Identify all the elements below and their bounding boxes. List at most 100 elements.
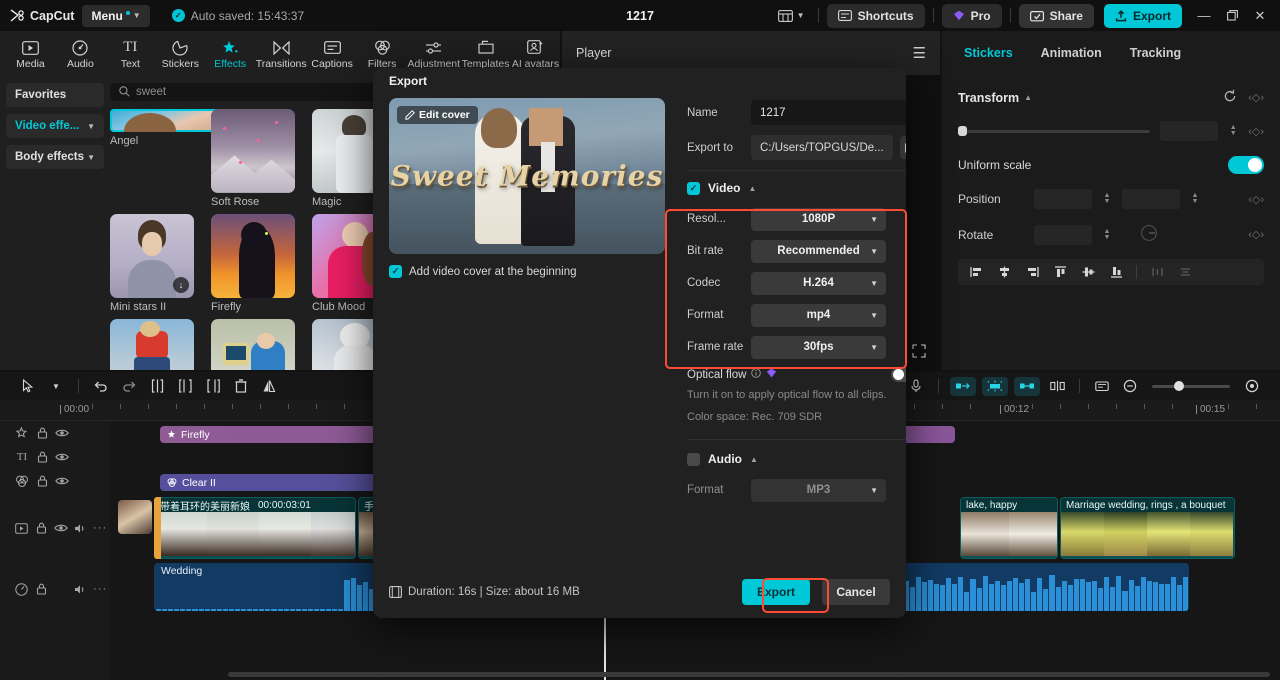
split-icon[interactable] <box>143 375 171 397</box>
more-icon[interactable]: ··· <box>90 583 110 595</box>
crop-preview-icon[interactable] <box>1088 375 1116 397</box>
tool-tab-audio[interactable]: Audio <box>56 36 105 70</box>
share-button[interactable]: Share <box>1018 3 1094 28</box>
zoom-out-icon[interactable] <box>1116 375 1144 397</box>
tool-tab-ai-avatars[interactable]: AI avatars <box>511 36 560 70</box>
effect-thumbnail[interactable]: ↓ <box>110 213 194 298</box>
more-icon[interactable]: ··· <box>90 522 110 534</box>
lock-icon[interactable] <box>32 475 52 487</box>
tool-tab-stickers[interactable]: Stickers <box>156 36 205 70</box>
distribute-horizontal-icon[interactable] <box>1145 261 1169 283</box>
tool-tab-filters[interactable]: Filters <box>358 36 407 70</box>
close-button[interactable]: ✕ <box>1246 3 1274 29</box>
export-confirm-button[interactable]: Export <box>742 579 810 605</box>
audio-format-select[interactable]: MP3 ▼ <box>751 478 886 502</box>
effect-item[interactable]: ↓ Retamax <box>211 318 295 370</box>
chevron-up-icon[interactable]: ▲ <box>1024 93 1032 102</box>
layout-switch-button[interactable]: ▼ <box>773 7 810 25</box>
timeline-clip-video-1[interactable]: 带着耳环的美丽新娘 00:00:03:01 <box>154 497 356 559</box>
keyframe-nav[interactable]: ‹◇› <box>1248 228 1264 241</box>
redo-icon[interactable] <box>115 375 143 397</box>
lock-icon[interactable] <box>32 583 52 595</box>
tool-tab-media[interactable]: Media <box>6 36 55 70</box>
scale-stepper[interactable]: ▲ ▼ <box>1228 124 1238 137</box>
tab-tracking[interactable]: Tracking <box>1130 46 1181 60</box>
keyframe-out-icon[interactable] <box>1014 376 1040 396</box>
microphone-icon[interactable] <box>902 375 930 397</box>
effect-item[interactable]: ↓ Angel <box>110 108 245 208</box>
checkbox-checked-icon[interactable]: ✓ <box>389 265 402 278</box>
align-left-icon[interactable] <box>964 261 988 283</box>
effect-item[interactable]: Soft Rose <box>211 108 295 208</box>
tool-chevron-icon[interactable]: ▼ <box>42 375 70 397</box>
lock-icon[interactable] <box>32 451 52 463</box>
chevron-up-icon[interactable]: ▲ <box>748 184 756 193</box>
align-center-vertical-icon[interactable] <box>1076 261 1100 283</box>
eye-icon[interactable] <box>52 452 72 462</box>
keyframe-in-icon[interactable] <box>950 376 976 396</box>
effect-thumbnail[interactable]: ↓ <box>110 318 194 370</box>
download-icon[interactable]: ↓ <box>173 276 189 293</box>
edit-cover-button[interactable]: Edit cover <box>397 106 478 124</box>
effect-item[interactable]: ↓ Mini stars II <box>110 213 194 313</box>
timeline-horizontal-scrollbar[interactable] <box>228 672 1270 677</box>
name-input[interactable]: 1217 <box>751 100 906 125</box>
lock-icon[interactable] <box>32 427 52 439</box>
slider-knob[interactable] <box>958 126 967 136</box>
eye-icon[interactable] <box>51 523 71 533</box>
rotate-stepper[interactable]: ▲ ▼ <box>1102 228 1112 241</box>
optical-flow-toggle[interactable] <box>890 367 906 382</box>
position-y-stepper[interactable]: ▲ ▼ <box>1190 192 1200 205</box>
framerate-select[interactable]: 30fps ▼ <box>751 335 886 359</box>
tool-tab-captions[interactable]: Captions <box>308 36 357 70</box>
maximize-button[interactable] <box>1218 3 1246 29</box>
delete-icon[interactable] <box>227 375 255 397</box>
scale-value-input[interactable] <box>1160 121 1219 141</box>
nav-video-effects[interactable]: Video effe... ▼ <box>6 114 104 138</box>
distribute-vertical-icon[interactable] <box>1173 261 1197 283</box>
info-icon[interactable] <box>751 368 762 381</box>
clip-selection-handle[interactable] <box>154 497 161 559</box>
effect-thumbnail[interactable] <box>211 108 295 193</box>
trim-start-icon[interactable] <box>171 375 199 397</box>
effect-item[interactable]: ↓ Blink <box>110 318 194 370</box>
position-y-input[interactable] <box>1122 189 1180 209</box>
effect-thumbnail[interactable]: ↓ <box>211 318 295 370</box>
keyframe-nav[interactable]: ‹◇› <box>1248 193 1264 206</box>
video-checkbox[interactable]: ✓ <box>687 181 700 195</box>
timeline-clip-video-3[interactable]: lake, happy <box>960 497 1058 559</box>
keyframe-nav[interactable]: ‹◇› <box>1248 125 1264 138</box>
position-x-stepper[interactable]: ▲ ▼ <box>1102 192 1112 205</box>
trim-end-icon[interactable] <box>199 375 227 397</box>
select-tool-icon[interactable] <box>14 375 42 397</box>
tool-tab-transitions[interactable]: Transitions <box>256 36 307 70</box>
tool-tab-templates[interactable]: Templates <box>461 36 510 70</box>
freeze-icon[interactable] <box>1043 375 1071 397</box>
tool-tab-effects[interactable]: Effects <box>206 36 255 70</box>
zoom-in-icon[interactable] <box>1238 375 1266 397</box>
effect-item[interactable]: Firefly <box>211 213 295 313</box>
zoom-slider[interactable] <box>1152 381 1230 391</box>
volume-icon[interactable] <box>71 523 91 534</box>
keyframe-nav[interactable]: ‹◇› <box>1248 91 1264 104</box>
format-select[interactable]: mp4 ▼ <box>751 303 886 327</box>
resolution-select[interactable]: 1080P ▼ <box>751 207 886 231</box>
tool-tab-text[interactable]: TI Text <box>106 36 155 71</box>
lock-icon[interactable] <box>32 522 52 534</box>
pro-button[interactable]: Pro <box>941 3 1002 28</box>
volume-icon[interactable] <box>71 584 91 595</box>
player-menu-icon[interactable]: ☰ <box>913 44 926 62</box>
zoom-slider-knob[interactable] <box>1174 381 1184 391</box>
mirror-icon[interactable] <box>255 375 283 397</box>
uniform-scale-toggle[interactable] <box>1228 156 1264 174</box>
minimize-button[interactable]: — <box>1190 3 1218 29</box>
rotate-dial-icon[interactable] <box>1140 224 1158 245</box>
bitrate-select[interactable]: Recommended ▼ <box>751 239 886 263</box>
undo-icon[interactable] <box>87 375 115 397</box>
browse-folder-button[interactable] <box>899 136 906 159</box>
cancel-button[interactable]: Cancel <box>822 579 890 605</box>
codec-select[interactable]: H.264 ▼ <box>751 271 886 295</box>
timeline-clip-video-4[interactable]: Marriage wedding, rings , a bouquet <box>1060 497 1235 559</box>
export-button-titlebar[interactable]: Export <box>1103 3 1182 28</box>
nav-favorites[interactable]: Favorites <box>6 83 104 107</box>
